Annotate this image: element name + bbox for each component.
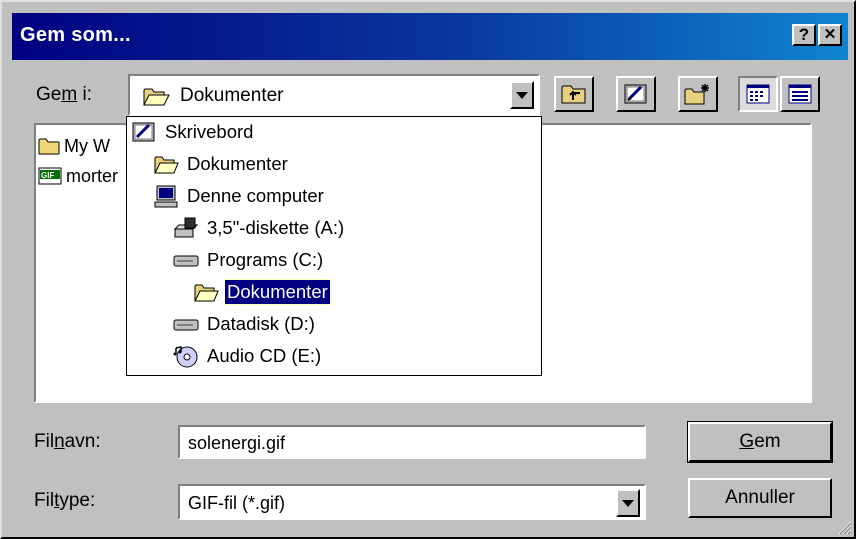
save-as-dialog: Gem som... ? ✕ Gem i: Dokumenter My W GI…	[0, 0, 856, 539]
desktop-button[interactable]	[616, 76, 656, 112]
desktop-icon	[623, 82, 649, 106]
gif-file-icon: GIF	[38, 166, 62, 186]
window-title: Gem som...	[20, 24, 131, 46]
help-button[interactable]: ?	[792, 24, 816, 46]
details-view-icon	[788, 84, 812, 104]
save-in-combo[interactable]: Dokumenter	[128, 74, 540, 116]
open-folder-icon	[153, 153, 179, 175]
list-view-icon	[746, 84, 770, 104]
filename-label: Filnavn:	[34, 431, 101, 452]
filetype-dropdown-arrow[interactable]	[616, 489, 640, 517]
save-in-label: Gem i:	[36, 84, 92, 105]
save-in-value: Dokumenter	[180, 85, 284, 106]
desktop-icon	[131, 120, 157, 144]
svg-text:GIF: GIF	[41, 171, 54, 180]
open-folder-icon	[193, 281, 219, 303]
list-item[interactable]: My W	[38, 133, 110, 159]
open-folder-icon	[142, 85, 170, 107]
new-folder-button[interactable]	[678, 76, 718, 112]
filename-field[interactable]: solenergi.gif	[178, 425, 646, 459]
up-one-level-button[interactable]	[554, 76, 594, 112]
dropdown-item-label: Dokumenter	[187, 153, 288, 174]
filetype-combo[interactable]: GIF-fil (*.gif)	[178, 484, 646, 520]
computer-icon	[153, 184, 179, 208]
filetype-value: GIF-fil (*.gif)	[188, 493, 285, 513]
dropdown-item-label: Audio CD (E:)	[207, 345, 322, 366]
close-button[interactable]: ✕	[818, 24, 842, 46]
list-item[interactable]: GIF morter	[38, 163, 118, 189]
title-bar[interactable]: Gem som... ? ✕	[12, 13, 848, 60]
dropdown-item-label: Denne computer	[187, 185, 324, 206]
dropdown-item-drive-d[interactable]: Datadisk (D:)	[173, 309, 317, 339]
filetype-label: Filtype:	[34, 490, 96, 511]
folder-up-icon	[561, 83, 587, 105]
save-in-dropdown-list[interactable]: Skrivebord Dokumenter Denne computer 3,5…	[126, 116, 542, 376]
file-name: morter	[66, 165, 119, 186]
details-view-button[interactable]	[780, 76, 820, 112]
floppy-drive-icon	[173, 217, 199, 239]
resize-grip[interactable]	[836, 519, 852, 535]
hard-drive-icon	[173, 251, 199, 269]
new-folder-icon	[684, 82, 712, 106]
dropdown-item-label: 3,5"-diskette (A:)	[207, 217, 345, 238]
dropdown-item-label: Programs (C:)	[207, 249, 324, 270]
dropdown-item-drive-e[interactable]: Audio CD (E:)	[173, 341, 323, 371]
dropdown-item-drive-c[interactable]: Programs (C:)	[173, 245, 325, 275]
filename-value: solenergi.gif	[188, 433, 286, 453]
dropdown-item-desktop[interactable]: Skrivebord	[131, 117, 255, 147]
save-button[interactable]: Gem	[687, 421, 833, 463]
dropdown-item-label: Dokumenter	[224, 279, 331, 305]
cancel-button[interactable]: Annuller	[688, 478, 832, 518]
dropdown-item-my-computer[interactable]: Denne computer	[153, 181, 326, 211]
dropdown-item-documents-selected[interactable]: Dokumenter	[193, 277, 331, 307]
file-name: My W	[64, 135, 110, 156]
dropdown-item-floppy[interactable]: 3,5"-diskette (A:)	[173, 213, 346, 243]
dropdown-item-label: Datadisk (D:)	[207, 313, 315, 334]
dropdown-item-documents[interactable]: Dokumenter	[153, 149, 290, 179]
dropdown-item-label: Skrivebord	[165, 121, 254, 142]
audio-cd-icon	[173, 344, 199, 368]
list-view-button[interactable]	[738, 76, 778, 112]
hard-drive-icon	[173, 315, 199, 333]
save-in-dropdown-arrow[interactable]	[510, 81, 534, 109]
folder-icon	[38, 136, 60, 156]
